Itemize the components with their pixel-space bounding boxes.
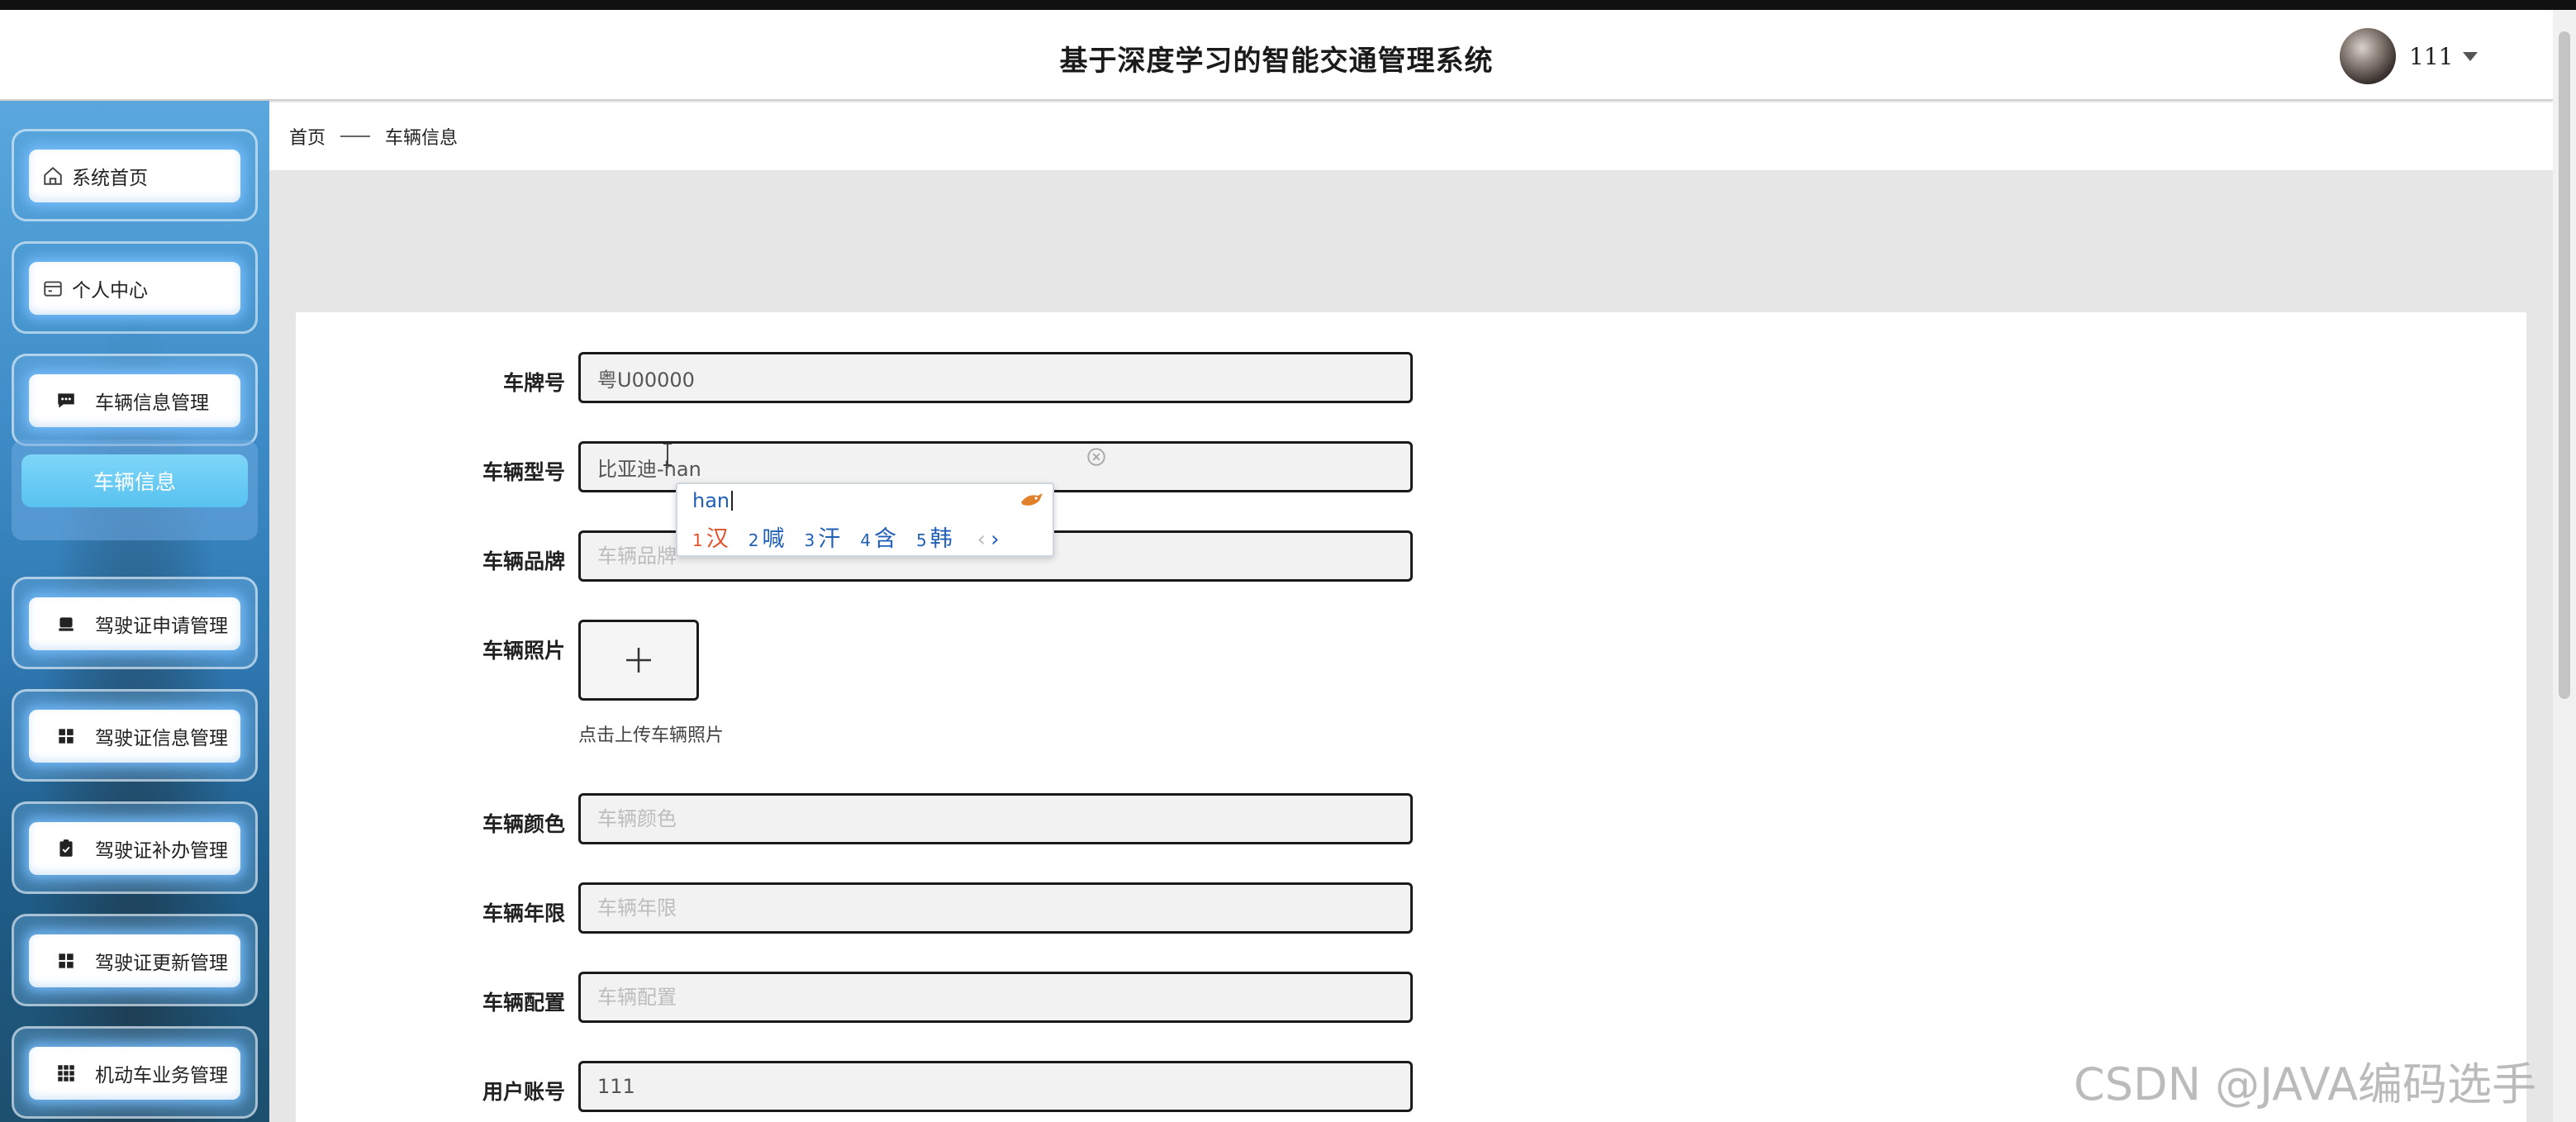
sidebar-item-license-apply[interactable]: 驾驶证申请管理: [29, 597, 240, 650]
chat-icon: [58, 393, 74, 408]
config-label: 车辆配置: [482, 991, 565, 1015]
top-header: 基于深度学习的智能交通管理系统 111: [0, 10, 2553, 101]
sidebar-item-label: 个人中心: [72, 280, 148, 302]
color-input[interactable]: [578, 793, 1413, 844]
sidebar-card-license-update: 驾驶证更新管理: [12, 914, 258, 1006]
model-label: 车辆型号: [482, 460, 565, 484]
avatar[interactable]: [2340, 28, 2396, 84]
plate-label: 车牌号: [502, 371, 565, 395]
text-cursor-icon: [663, 443, 672, 466]
photo-label: 车辆照片: [482, 639, 565, 663]
account-label: 用户账号: [482, 1080, 565, 1104]
breadcrumb-separator: [340, 135, 371, 137]
sidebar-item-label: 驾驶证信息管理: [95, 728, 228, 749]
sidebar-item-label: 车辆信息管理: [95, 392, 209, 414]
grid-icon: [59, 729, 74, 744]
sidebar-item-label: 系统首页: [72, 168, 148, 189]
sidebar-item-license-info[interactable]: 驾驶证信息管理: [29, 710, 240, 763]
brand-label: 车辆品牌: [482, 549, 565, 573]
box-icon: [59, 617, 74, 631]
sidebar-card-motor-business: 机动车业务管理: [12, 1026, 258, 1119]
sidebar-card-license-apply: 驾驶证申请管理: [12, 577, 258, 669]
ime-candidate[interactable]: 3汗: [804, 521, 840, 553]
color-label: 车辆颜色: [482, 812, 565, 836]
photo-upload-button[interactable]: [578, 620, 699, 701]
ime-candidate-popup: han 1汉 2喊 3汗 4含 5韩 ‹ ›: [676, 483, 1054, 557]
ime-next-page-icon[interactable]: ›: [991, 527, 999, 552]
sidebar-item-label: 驾驶证申请管理: [95, 616, 228, 637]
ime-candidate[interactable]: 4含: [860, 521, 896, 553]
caret-down-icon[interactable]: [2463, 51, 2479, 61]
sidebar-item-vehicle-management[interactable]: 车辆信息管理: [29, 374, 240, 427]
years-input[interactable]: [578, 882, 1413, 934]
page-scrollbar[interactable]: [2553, 10, 2576, 1122]
sidebar-item-home[interactable]: 系统首页: [29, 150, 240, 202]
vehicle-form-card: 车牌号 车辆型号 车辆品牌 车辆照片 点击上传车辆照片 车辆颜色 车辆年限 车辆…: [296, 312, 2526, 1122]
sidebar-card-license-reissue: 驾驶证补办管理: [12, 801, 258, 894]
sidebar-item-label: 机动车业务管理: [95, 1065, 228, 1086]
sidebar-card-home: 系统首页: [12, 129, 258, 221]
ime-candidate[interactable]: 5韩: [916, 521, 953, 553]
breadcrumb: 首页 车辆信息: [269, 102, 2553, 170]
watermark: CSDN @JAVA编码选手: [2074, 1058, 2537, 1110]
clear-icon[interactable]: [1086, 446, 1107, 468]
sidebar: 系统首页 个人中心 车辆信息管理 车辆信息 驾驶证申请管理 驾驶证信息管理 驾驶…: [0, 101, 269, 1122]
ime-candidates: 1汉 2喊 3汗 4含 5韩 ‹ ›: [692, 521, 999, 553]
apps-icon: [58, 1065, 74, 1082]
sidebar-submenu: 车辆信息: [12, 440, 258, 540]
clipboard-icon: [59, 839, 73, 857]
breadcrumb-current: 车辆信息: [385, 128, 459, 149]
ime-logo-icon: [1021, 493, 1043, 506]
years-label: 车辆年限: [482, 901, 565, 925]
app-title: 基于深度学习的智能交通管理系统: [1059, 45, 1494, 78]
username[interactable]: 111: [2409, 43, 2453, 70]
sidebar-item-profile[interactable]: 个人中心: [29, 262, 240, 315]
plus-icon: [626, 648, 651, 673]
sidebar-item-license-update[interactable]: 驾驶证更新管理: [29, 934, 240, 987]
plate-input[interactable]: [578, 352, 1413, 403]
sidebar-item-motor-business[interactable]: 机动车业务管理: [29, 1047, 240, 1100]
ime-prev-page-icon[interactable]: ‹: [977, 527, 986, 552]
sidebar-subitem-vehicle-info[interactable]: 车辆信息: [21, 454, 248, 507]
breadcrumb-home[interactable]: 首页: [289, 123, 326, 150]
home-icon: [44, 166, 62, 185]
sidebar-item-label: 驾驶证更新管理: [95, 953, 228, 974]
window-top-edge: [0, 0, 2576, 10]
photo-upload-hint: 点击上传车辆照片: [578, 725, 725, 746]
ime-caret: [731, 491, 734, 511]
ime-composition: han: [692, 489, 734, 512]
ime-candidate[interactable]: 2喊: [749, 521, 785, 553]
sidebar-item-license-reissue[interactable]: 驾驶证补办管理: [29, 822, 240, 875]
sidebar-card-license-info: 驾驶证信息管理: [12, 689, 258, 782]
config-input[interactable]: [578, 972, 1413, 1023]
sidebar-card-profile: 个人中心: [12, 241, 258, 334]
sidebar-card-vehicle: 车辆信息管理: [12, 354, 258, 446]
grid-icon: [59, 953, 74, 968]
ime-candidate[interactable]: 1汉: [692, 521, 729, 553]
account-input[interactable]: [578, 1061, 1413, 1112]
wallet-icon: [44, 281, 62, 297]
user-menu[interactable]: 111: [2340, 28, 2479, 84]
sidebar-item-label: 驾驶证补办管理: [95, 840, 228, 862]
scrollbar-thumb[interactable]: [2559, 31, 2570, 699]
